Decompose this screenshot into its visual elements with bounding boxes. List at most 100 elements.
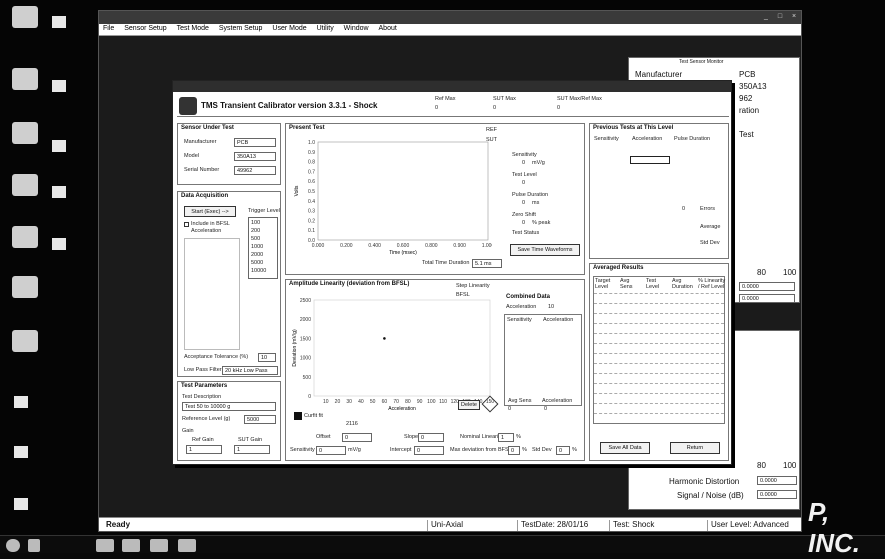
include-bfsl-sub: Acceleration — [191, 228, 222, 234]
total-duration-select[interactable]: 5.1 ms — [472, 259, 502, 268]
desktop-icon-app1[interactable] — [12, 6, 38, 28]
delete-button[interactable]: Delete — [458, 400, 480, 410]
manufacturer-field[interactable]: PCB — [234, 138, 276, 147]
monitor2-axis-80: 80 — [757, 461, 766, 470]
y-tick-label: 0.8 — [308, 160, 315, 166]
trigger-option[interactable]: 100 — [251, 220, 260, 226]
prev-selected-row[interactable] — [630, 156, 670, 164]
model-field[interactable]: 350A13 — [234, 152, 276, 161]
desktop-icon-doc7[interactable] — [14, 446, 28, 458]
start-exec-button[interactable]: Start (Exec) --> — [184, 206, 236, 217]
trigger-level-label: Trigger Level — [248, 208, 280, 214]
max-deviation-label: Max deviation from BFSL — [450, 447, 512, 453]
desktop-icon-doc5[interactable] — [52, 238, 66, 250]
x-tick-label: 20 — [335, 399, 341, 405]
trigger-option[interactable]: 1000 — [251, 244, 263, 250]
desktop-icon-doc4[interactable] — [52, 186, 66, 198]
ref-gain-field[interactable]: 1 — [186, 445, 222, 454]
desktop-icon-doc8[interactable] — [14, 498, 28, 510]
desktop-icon-app7[interactable] — [12, 330, 38, 352]
table-row[interactable] — [594, 363, 724, 364]
x-tick-label: 30 — [346, 399, 352, 405]
desktop-icon-doc3[interactable] — [52, 140, 66, 152]
x-tick-label: 90 — [417, 399, 423, 405]
taskbar-app2-icon[interactable] — [122, 539, 140, 552]
table-row[interactable] — [594, 343, 724, 344]
monitor-axis-80: 80 — [757, 268, 766, 277]
sensitivity-value: 0 — [522, 160, 526, 166]
menu-about[interactable]: About — [375, 24, 401, 32]
include-list[interactable] — [184, 238, 240, 350]
y-tick-label: 1.0 — [308, 140, 315, 146]
desktop-icon-app6[interactable] — [12, 276, 38, 298]
amplitude-linearity-panel: Amplitude Linearity (deviation from BFSL… — [285, 279, 585, 461]
desktop-icon-doc2[interactable] — [52, 80, 66, 92]
desktop-icon-app3[interactable] — [12, 122, 38, 144]
menu-test-mode[interactable]: Test Mode — [173, 24, 213, 32]
tolerance-field[interactable]: 10 — [258, 353, 276, 362]
test-desc-field[interactable]: Test 50 to 10000 g — [182, 402, 276, 411]
table-row[interactable] — [594, 383, 724, 384]
menu-utility[interactable]: Utility — [313, 24, 338, 32]
menu-system-setup[interactable]: System Setup — [215, 24, 267, 32]
lowpass-label: Low Pass Filter — [184, 367, 222, 373]
trigger-option[interactable]: 500 — [251, 236, 260, 242]
menu-sensor-setup[interactable]: Sensor Setup — [120, 24, 170, 32]
table-row[interactable] — [594, 393, 724, 394]
combined-data-title: Combined Data — [506, 294, 551, 300]
monitor-test: Test — [739, 130, 754, 139]
pulse-unit: ms — [532, 200, 540, 206]
trigger-option[interactable]: 5000 — [251, 260, 263, 266]
table-row[interactable] — [594, 373, 724, 374]
menu-user-mode[interactable]: User Mode — [268, 24, 310, 32]
average-label: Average — [700, 224, 721, 230]
menu-file[interactable]: File — [99, 24, 118, 32]
ref-level-field[interactable]: 5000 — [244, 415, 276, 424]
desktop-icon-app2[interactable] — [12, 68, 38, 90]
nominal-linearity-field[interactable]: 1 — [498, 433, 514, 442]
desktop-icon-doc1[interactable] — [52, 16, 66, 28]
trigger-option[interactable]: 200 — [251, 228, 260, 234]
desktop-icon-doc6[interactable] — [14, 396, 28, 408]
table-row[interactable] — [594, 403, 724, 404]
table-row[interactable] — [594, 413, 724, 414]
lowpass-select[interactable]: 20 kHz Low Pass — [222, 366, 278, 375]
table-row[interactable] — [594, 333, 724, 334]
include-bfsl-checkbox[interactable] — [184, 222, 189, 227]
menu-window[interactable]: Window — [340, 24, 373, 32]
table-row[interactable] — [594, 303, 724, 304]
table-row[interactable] — [594, 353, 724, 354]
tolerance-label: Acceptance Tolerance (%) — [184, 354, 249, 360]
desktop-icon-app4[interactable] — [12, 174, 38, 196]
errors-label: Errors — [700, 206, 715, 212]
y-tick-label: 0.4 — [308, 199, 315, 205]
combined-data-table[interactable]: Sensitivity Acceleration — [504, 314, 582, 406]
return-button[interactable]: Return — [670, 442, 720, 454]
minimize-icon[interactable]: _ — [761, 13, 771, 21]
offset-field: 0 — [342, 433, 372, 442]
trigger-level-list[interactable]: 100 200 500 1000 2000 5000 10000 — [248, 217, 278, 279]
maximize-icon[interactable]: □ — [775, 13, 785, 21]
close-icon[interactable]: × — [789, 13, 799, 21]
monitor-manufacturer-label: Manufacturer — [635, 70, 683, 79]
table-row[interactable] — [594, 293, 724, 294]
sut-gain-field[interactable]: 1 — [234, 445, 270, 454]
serial-field[interactable]: 49962 — [234, 166, 276, 175]
averaged-results-table[interactable]: Target Level Avg Sens Test Level Avg Dur… — [593, 276, 725, 424]
save-time-waveforms-button[interactable]: Save Time Waveforms — [510, 244, 580, 256]
trigger-option[interactable]: 2000 — [251, 252, 263, 258]
trigger-option[interactable]: 10000 — [251, 268, 266, 274]
desktop-icon-app5[interactable] — [12, 226, 38, 248]
taskbar-app4-icon[interactable] — [178, 539, 196, 552]
browser-icon[interactable] — [28, 539, 40, 552]
save-all-data-button[interactable]: Save All Data — [600, 442, 650, 454]
taskbar-app3-icon[interactable] — [150, 539, 168, 552]
y-tick-label: 0.1 — [308, 228, 315, 234]
total-duration-label: Total Time Duration — [422, 260, 470, 266]
taskbar-app1-icon[interactable] — [96, 539, 114, 552]
x-tick-label: 10 — [323, 399, 329, 405]
start-icon[interactable] — [6, 539, 20, 552]
x-tick-label: 0.900 — [453, 243, 466, 249]
table-row[interactable] — [594, 323, 724, 324]
table-row[interactable] — [594, 313, 724, 314]
